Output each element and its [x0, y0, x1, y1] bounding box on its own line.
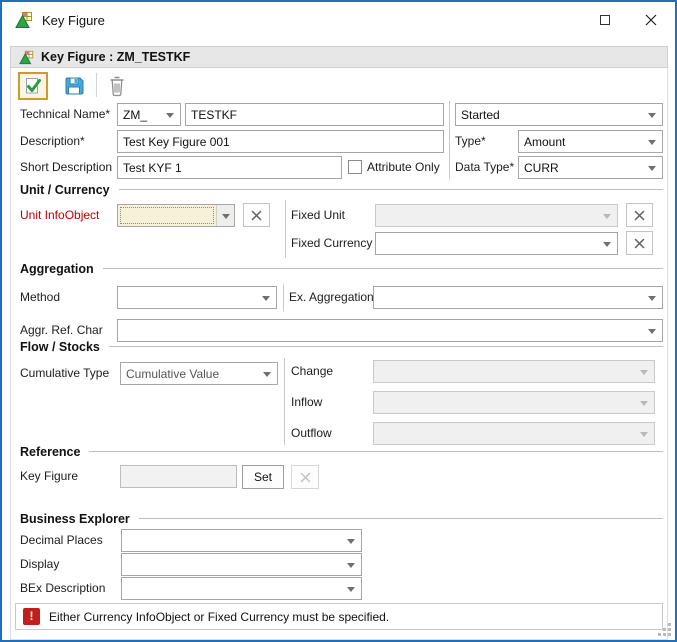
change-combo [373, 360, 655, 383]
inflow-combo [373, 391, 655, 414]
aggregation-section-header: Aggregation [20, 261, 663, 276]
outflow-label: Outflow [291, 422, 332, 445]
column-separator [449, 101, 450, 179]
reference-key-figure-label: Key Figure [20, 465, 78, 488]
clear-icon [251, 210, 262, 221]
technical-name-input[interactable] [185, 103, 444, 126]
column-separator [283, 284, 284, 311]
unit-currency-section-header: Unit / Currency [20, 182, 663, 197]
window-title: Key Figure [42, 2, 105, 40]
fixed-currency-label: Fixed Currency [291, 232, 372, 255]
close-icon [645, 14, 657, 26]
chevron-down-icon [603, 214, 611, 223]
chevron-down-icon [222, 214, 230, 223]
fixed-currency-combo[interactable] [375, 232, 618, 255]
short-description-label: Short Description [20, 156, 112, 179]
maximize-button[interactable] [591, 7, 619, 33]
chevron-down-icon [263, 372, 271, 381]
close-button[interactable] [636, 7, 666, 33]
ex-aggregation-label: Ex. Aggregation [289, 286, 374, 309]
editor-title: Key Figure : ZM_TESTKF [41, 47, 190, 67]
maximize-icon [600, 15, 610, 25]
outflow-combo [373, 422, 655, 445]
save-button[interactable] [62, 74, 86, 98]
key-figure-app-icon [15, 11, 33, 29]
cumulative-type-combo[interactable]: Cumulative Value [120, 362, 278, 385]
technical-name-prefix-combo[interactable]: ZM_ [117, 103, 181, 126]
unit-infoobject-label: Unit InfoObject [20, 204, 99, 227]
clear-icon [634, 210, 645, 221]
clear-icon [300, 472, 311, 483]
error-message: Either Currency InfoObject or Fixed Curr… [49, 610, 389, 624]
decimal-places-combo[interactable] [121, 529, 362, 552]
ex-aggregation-combo[interactable] [373, 286, 663, 309]
technical-name-label: Technical Name* [20, 103, 110, 126]
chevron-down-icon [648, 296, 656, 305]
column-separator [284, 358, 285, 445]
toolbar-separator [96, 73, 97, 97]
activate-button[interactable] [18, 72, 48, 100]
key-figure-window: Key Figure Key Figure : ZM_TESTKF [0, 0, 677, 642]
flow-stocks-section-header: Flow / Stocks [20, 339, 663, 354]
attribute-only-label: Attribute Only [367, 156, 440, 179]
activate-icon [24, 77, 42, 95]
description-label: Description* [20, 130, 85, 153]
delete-button[interactable] [105, 73, 129, 99]
error-icon: ! [23, 608, 40, 625]
reference-key-figure-input [120, 465, 237, 488]
chevron-down-icon [166, 113, 174, 122]
business-explorer-section-header: Business Explorer [20, 511, 663, 526]
cumulative-type-label: Cumulative Type [20, 362, 109, 385]
reference-section-header: Reference [20, 444, 663, 459]
decimal-places-label: Decimal Places [20, 529, 103, 552]
clear-unit-infoobject-button[interactable] [243, 203, 270, 227]
fixed-unit-combo [375, 204, 618, 227]
chevron-down-icon [648, 166, 656, 175]
attribute-only-checkbox[interactable] [348, 160, 362, 174]
chevron-down-icon [347, 539, 355, 548]
data-type-combo[interactable]: CURR [518, 156, 663, 179]
bex-description-label: BEx Description [20, 577, 105, 600]
chevron-down-icon [648, 329, 656, 338]
status-combo[interactable]: Started [455, 103, 663, 126]
unit-infoobject-combo[interactable] [117, 204, 235, 227]
validation-message-bar: ! Either Currency InfoObject or Fixed Cu… [15, 603, 663, 630]
chevron-down-icon [347, 587, 355, 596]
bex-description-combo[interactable] [121, 577, 362, 600]
resize-grip[interactable] [658, 623, 672, 637]
type-combo[interactable]: Amount [518, 130, 663, 153]
clear-fixed-unit-button[interactable] [626, 203, 653, 227]
clear-fixed-currency-button[interactable] [626, 231, 653, 255]
short-description-input[interactable] [117, 156, 342, 179]
editor-header-bar: Key Figure : ZM_TESTKF [10, 46, 668, 68]
method-combo[interactable] [117, 286, 277, 309]
chevron-down-icon [648, 140, 656, 149]
key-figure-icon [19, 50, 34, 65]
data-type-label: Data Type* [455, 156, 514, 179]
chevron-down-icon [648, 113, 656, 122]
display-combo[interactable] [121, 553, 362, 576]
type-label: Type* [455, 130, 486, 153]
chevron-down-icon [640, 401, 648, 410]
title-bar: Key Figure [2, 2, 675, 40]
change-label: Change [291, 360, 333, 383]
inflow-label: Inflow [291, 391, 322, 414]
chevron-down-icon [640, 432, 648, 441]
description-input[interactable] [117, 130, 444, 153]
chevron-down-icon [640, 370, 648, 379]
fixed-unit-label: Fixed Unit [291, 204, 345, 227]
chevron-down-icon [262, 296, 270, 305]
clear-reference-button [291, 465, 319, 489]
trash-icon [107, 74, 127, 98]
column-separator [285, 200, 286, 258]
chevron-down-icon [347, 563, 355, 572]
save-icon [63, 75, 85, 97]
set-button[interactable]: Set [242, 465, 284, 489]
clear-icon [634, 238, 645, 249]
method-label: Method [20, 286, 60, 309]
display-label: Display [20, 553, 59, 576]
chevron-down-icon [603, 242, 611, 251]
